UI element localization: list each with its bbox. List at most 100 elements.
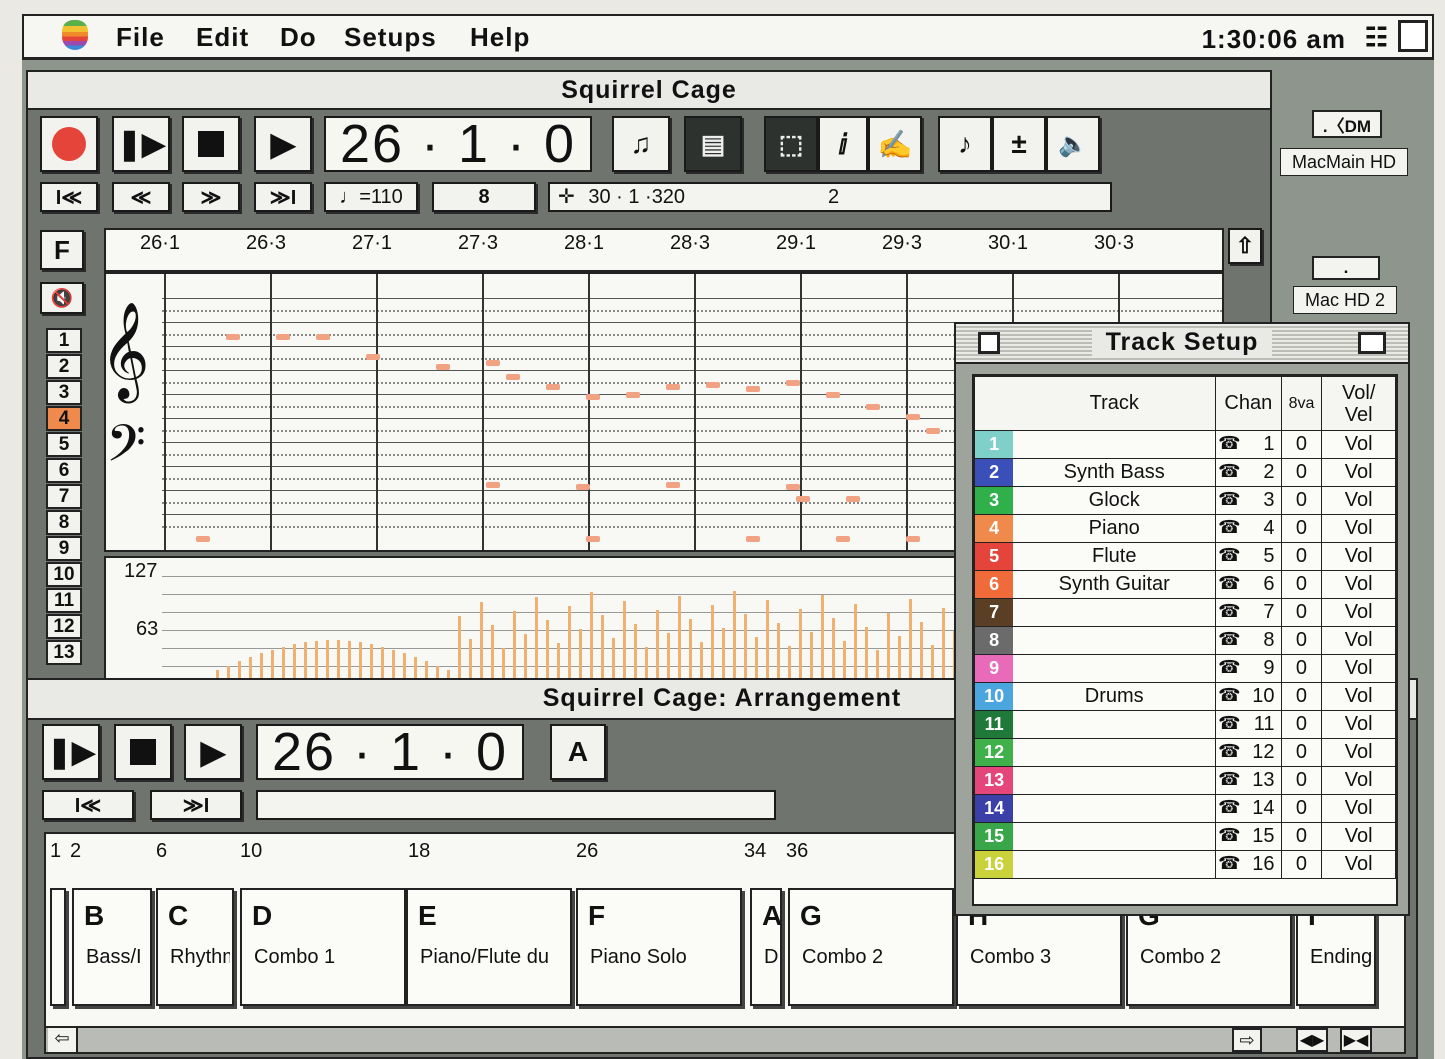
track-octave-cell[interactable]: 0 <box>1280 542 1323 571</box>
track-color-number[interactable]: 8 <box>974 626 1014 655</box>
track-setup-row[interactable]: 6 Synth Guitar ☎ 6 0 Vol <box>974 570 1396 599</box>
arrangement-segment[interactable]: C Rhythm <box>156 888 234 1006</box>
note-event[interactable] <box>826 392 840 398</box>
track-name-cell[interactable]: Drums <box>1013 682 1217 711</box>
track-octave-cell[interactable]: 0 <box>1280 486 1323 515</box>
note-event[interactable] <box>786 380 800 386</box>
midi-plug-icon[interactable]: ☎ <box>1218 601 1240 622</box>
track-setup-row[interactable]: 13 ☎ 13 0 Vol <box>974 766 1396 795</box>
note-event[interactable] <box>486 360 500 366</box>
velocity-bar[interactable] <box>821 595 824 690</box>
velocity-bar[interactable] <box>733 591 736 690</box>
note-event[interactable] <box>276 334 290 340</box>
track-number-2[interactable]: 2 <box>46 354 82 379</box>
track-octave-cell[interactable]: 0 <box>1280 738 1323 767</box>
note-event[interactable] <box>746 386 760 392</box>
track-setup-row[interactable]: 8 ☎ 8 0 Vol <box>974 626 1396 655</box>
velocity-bar[interactable] <box>909 599 912 690</box>
track-channel-cell[interactable]: ☎ 12 <box>1215 738 1282 767</box>
tempo-field[interactable]: ♩=110 <box>324 182 418 212</box>
track-vol-cell[interactable]: Vol <box>1321 542 1396 571</box>
filter-button[interactable]: F <box>40 230 84 270</box>
track-name-cell[interactable] <box>1013 626 1217 655</box>
note-event[interactable] <box>366 354 380 360</box>
track-octave-cell[interactable]: 0 <box>1280 850 1323 879</box>
track-name-cell[interactable]: Flute <box>1013 542 1217 571</box>
track-name-cell[interactable] <box>1013 822 1217 851</box>
disk-label-machd2[interactable]: Mac HD 2 <box>1293 286 1397 314</box>
track-name-cell[interactable] <box>1013 766 1217 795</box>
velocity-bar[interactable] <box>766 600 769 690</box>
track-setup-row[interactable]: 7 ☎ 7 0 Vol <box>974 598 1396 627</box>
track-octave-cell[interactable]: 0 <box>1280 430 1323 459</box>
track-number-1[interactable]: 1 <box>46 328 82 353</box>
close-box-icon[interactable] <box>978 332 1000 354</box>
track-vol-cell[interactable]: Vol <box>1321 794 1396 823</box>
track-setup-row[interactable]: 4 Piano ☎ 4 0 Vol <box>974 514 1396 543</box>
track-vol-cell[interactable]: Vol <box>1321 738 1396 767</box>
track-color-number[interactable]: 11 <box>974 710 1014 739</box>
arrangement-segment[interactable]: G Combo 2 <box>788 888 954 1006</box>
note-event[interactable] <box>576 484 590 490</box>
track-color-number[interactable]: 1 <box>974 430 1014 459</box>
track-vol-cell[interactable]: Vol <box>1321 430 1396 459</box>
arr-mode-button[interactable]: A <box>550 724 606 780</box>
midi-plug-icon[interactable]: ☎ <box>1218 685 1240 706</box>
midi-plug-icon[interactable]: ☎ <box>1218 573 1240 594</box>
track-octave-cell[interactable]: 0 <box>1280 822 1323 851</box>
midi-plug-icon[interactable]: ☎ <box>1218 769 1240 790</box>
track-name-cell[interactable]: Glock <box>1013 486 1217 515</box>
note-event[interactable] <box>846 496 860 502</box>
track-number-7[interactable]: 7 <box>46 484 82 509</box>
midi-plug-icon[interactable]: ☎ <box>1218 797 1240 818</box>
note-event[interactable] <box>906 414 920 420</box>
note-event[interactable] <box>666 482 680 488</box>
track-setup-row[interactable]: 12 ☎ 12 0 Vol <box>974 738 1396 767</box>
scroll-right-icon[interactable]: ⇨ <box>1232 1028 1262 1052</box>
main-window-title[interactable]: Squirrel Cage <box>28 72 1270 110</box>
track-number-10[interactable]: 10 <box>46 562 82 587</box>
arrangement-segment[interactable]: F Piano Solo <box>576 888 742 1006</box>
track-number-6[interactable]: 6 <box>46 458 82 483</box>
arrangement-segment[interactable]: E Piano/Flute du <box>406 888 572 1006</box>
track-octave-cell[interactable]: 0 <box>1280 570 1323 599</box>
arrangement-segment-start[interactable] <box>50 888 66 1006</box>
track-name-cell[interactable] <box>1013 430 1217 459</box>
midi-plug-icon[interactable]: ☎ <box>1218 825 1240 846</box>
velocity-bar[interactable] <box>590 592 593 690</box>
note-event[interactable] <box>706 382 720 388</box>
track-number-3[interactable]: 3 <box>46 380 82 405</box>
track-vol-cell[interactable]: Vol <box>1321 822 1396 851</box>
track-vol-cell[interactable]: Vol <box>1321 710 1396 739</box>
note-event[interactable] <box>196 536 210 542</box>
add-tool-button[interactable]: ± <box>992 116 1046 172</box>
track-octave-cell[interactable]: 0 <box>1280 710 1323 739</box>
track-channel-cell[interactable]: ☎ 4 <box>1215 514 1282 543</box>
track-number-12[interactable]: 12 <box>46 614 82 639</box>
track-color-number[interactable]: 14 <box>974 794 1014 823</box>
track-vol-cell[interactable]: Vol <box>1321 514 1396 543</box>
track-channel-cell[interactable]: ☎ 13 <box>1215 766 1282 795</box>
track-octave-cell[interactable]: 0 <box>1280 514 1323 543</box>
track-setup-row[interactable]: 15 ☎ 15 0 Vol <box>974 822 1396 851</box>
midi-plug-icon[interactable]: ☎ <box>1218 545 1240 566</box>
track-channel-cell[interactable]: ☎ 16 <box>1215 850 1282 879</box>
ibeam-tool-button[interactable]: ⅈ <box>818 116 868 172</box>
track-octave-cell[interactable]: 0 <box>1280 626 1323 655</box>
note-event[interactable] <box>866 404 880 410</box>
track-color-number[interactable]: 5 <box>974 542 1014 571</box>
scroll-up-button[interactable]: ⇧ <box>1228 228 1262 264</box>
track-name-cell[interactable]: Synth Bass <box>1013 458 1217 487</box>
track-name-cell[interactable]: Synth Guitar <box>1013 570 1217 599</box>
track-octave-cell[interactable]: 0 <box>1280 458 1323 487</box>
position-counter[interactable]: 26 · 1 · 0 <box>324 114 592 174</box>
control-strip-icon[interactable]: ☷ <box>1365 22 1388 53</box>
track-name-cell[interactable]: Piano <box>1013 514 1217 543</box>
track-vol-cell[interactable]: Vol <box>1321 766 1396 795</box>
track-number-11[interactable]: 11 <box>46 588 82 613</box>
track-vol-cell[interactable]: Vol <box>1321 682 1396 711</box>
track-setup-row[interactable]: 5 Flute ☎ 5 0 Vol <box>974 542 1396 571</box>
track-color-number[interactable]: 3 <box>974 486 1014 515</box>
velocity-bar[interactable] <box>535 597 538 690</box>
note-event[interactable] <box>316 334 330 340</box>
